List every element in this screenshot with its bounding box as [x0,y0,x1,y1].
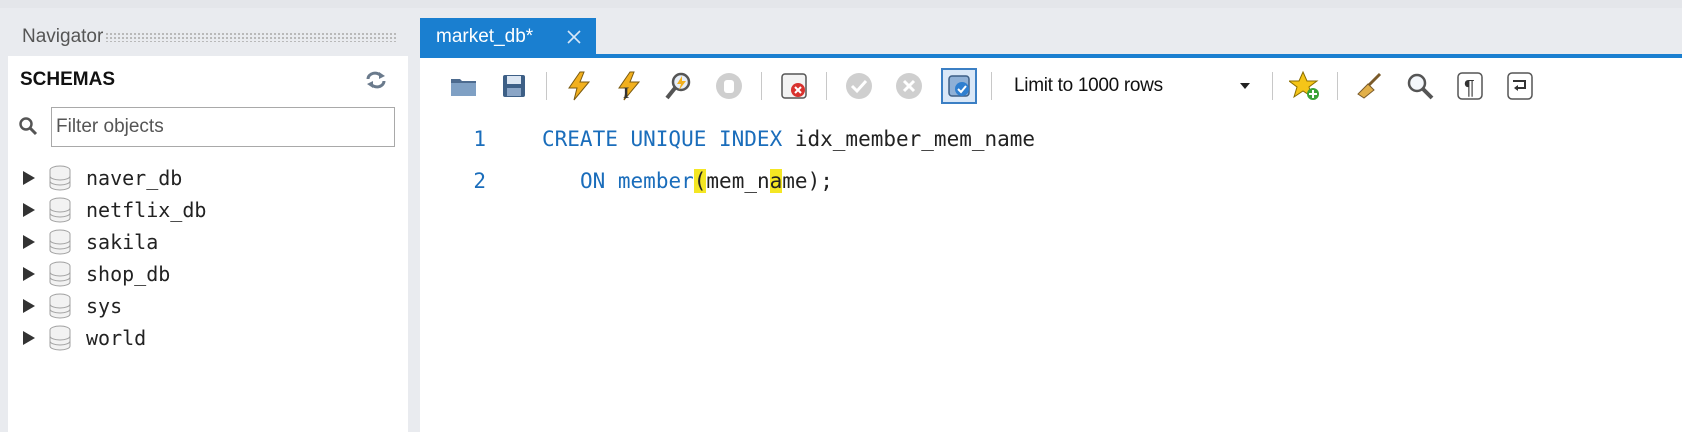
code-line: 2 ON member(mem_name); [420,160,1682,202]
expand-arrow-icon[interactable] [22,234,36,250]
find-button[interactable] [1402,68,1438,104]
sql-identifier: me); [782,169,833,193]
sql-identifier: idx_member_mem_name [782,127,1036,151]
database-icon [49,261,71,287]
sql-keyword: ON [579,169,606,193]
code-area[interactable]: 1 CREATE UNIQUE INDEX idx_member_mem_nam… [420,118,1682,202]
refresh-icon[interactable] [364,70,388,90]
database-icon [49,165,71,191]
explain-button[interactable] [661,68,697,104]
filter-row [8,104,408,150]
svg-text:I: I [623,85,629,102]
limit-rows-select[interactable]: Limit to 1000 rows [1006,67,1258,105]
bracket-highlight: ( [693,169,707,193]
explain-icon [665,72,691,100]
schema-name: netflix_db [86,198,207,222]
commit-button[interactable] [841,68,877,104]
execute-button[interactable] [561,68,597,104]
navigator-panel: Navigator SCHEMAS naver_db netflix_db [8,18,408,432]
limit-rows-value: Limit to 1000 rows [1014,75,1163,96]
expand-arrow-icon[interactable] [22,298,36,314]
save-icon [503,75,525,97]
schema-item[interactable]: sys [22,290,408,322]
word-wrap-button[interactable] [1502,68,1538,104]
filter-objects-input[interactable] [51,107,395,147]
schema-name: sys [86,294,123,318]
schema-item[interactable]: netflix_db [22,194,408,226]
panel-grip[interactable] [105,32,398,42]
invisible-chars-icon: ¶ [1457,72,1483,100]
expand-arrow-icon[interactable] [22,330,36,346]
search-icon [19,117,38,136]
database-icon [49,325,71,351]
editor-toolbar: I Limit to 1000 rows ¶ [420,58,1682,114]
autocommit-toggle-button[interactable] [941,68,977,104]
tab-market-db[interactable]: market_db* [420,18,596,56]
database-icon [49,229,71,255]
schema-item[interactable]: naver_db [22,162,408,194]
save-button[interactable] [496,68,532,104]
database-icon [49,197,71,223]
close-icon[interactable] [565,28,583,46]
toolbar-separator [546,72,547,100]
svg-text:¶: ¶ [1464,77,1475,99]
line-content: CREATE UNIQUE INDEX idx_member_mem_name [486,127,1035,151]
execute-current-icon: I [618,71,641,102]
toolbar-separator [991,72,992,100]
schema-tree: naver_db netflix_db sakila shop_db sys w… [8,162,408,354]
navigator-header: Navigator [8,18,408,56]
sql-editor-panel: I Limit to 1000 rows ¶ 1 CREATE UNIQUE I… [420,58,1682,432]
schema-item[interactable]: shop_db [22,258,408,290]
schemas-header: SCHEMAS [8,56,408,104]
execute-current-button[interactable]: I [611,68,647,104]
add-snippet-icon [1289,70,1319,100]
execute-icon [568,71,591,101]
line-number: 2 [473,169,486,193]
beautify-button[interactable] [1352,68,1388,104]
beautify-icon [1357,72,1382,99]
toolbar-separator [761,72,762,100]
toolbar-separator [1337,72,1338,100]
sql-keyword: CREATE UNIQUE INDEX [542,127,783,151]
chevron-down-icon [1240,83,1250,89]
schema-name: shop_db [86,262,171,286]
code-line: 1 CREATE UNIQUE INDEX idx_member_mem_nam… [420,118,1682,160]
open-file-icon [451,79,476,96]
tab-label: market_db* [436,26,534,47]
invisible-chars-button[interactable]: ¶ [1452,68,1488,104]
expand-arrow-icon[interactable] [22,202,36,218]
add-snippet-button[interactable] [1287,68,1323,104]
schema-name: sakila [86,230,159,254]
commit-icon [846,73,872,99]
open-file-button[interactable] [446,68,482,104]
schema-name: naver_db [86,166,183,190]
rollback-icon [896,73,922,99]
autocommit-icon [948,75,970,97]
database-icon [49,293,71,319]
line-content: ON member(mem_name); [486,169,833,193]
schema-item[interactable]: sakila [22,226,408,258]
stop-icon [716,73,742,99]
editor-tab-bar: market_db* [420,18,1682,56]
schema-name: world [86,326,147,350]
rollback-button[interactable] [891,68,927,104]
line-number: 1 [473,127,486,151]
toolbar-separator [826,72,827,100]
word-wrap-icon [1507,72,1533,100]
toggle-error-stop-icon [781,73,807,99]
find-icon [1407,73,1434,100]
toggle-error-stop-button[interactable] [776,68,812,104]
schema-item[interactable]: world [22,322,408,354]
expand-arrow-icon[interactable] [22,266,36,282]
navigator-title: Navigator [22,26,104,47]
sql-identifier: mem_n [706,169,770,193]
toolbar-separator [1272,72,1273,100]
schemas-label: SCHEMAS [20,69,116,90]
window-top-strip [0,0,1682,8]
sql-table-name: member [617,169,694,193]
match-highlight: a [769,169,783,193]
expand-arrow-icon[interactable] [22,170,36,186]
stop-button[interactable] [711,68,747,104]
